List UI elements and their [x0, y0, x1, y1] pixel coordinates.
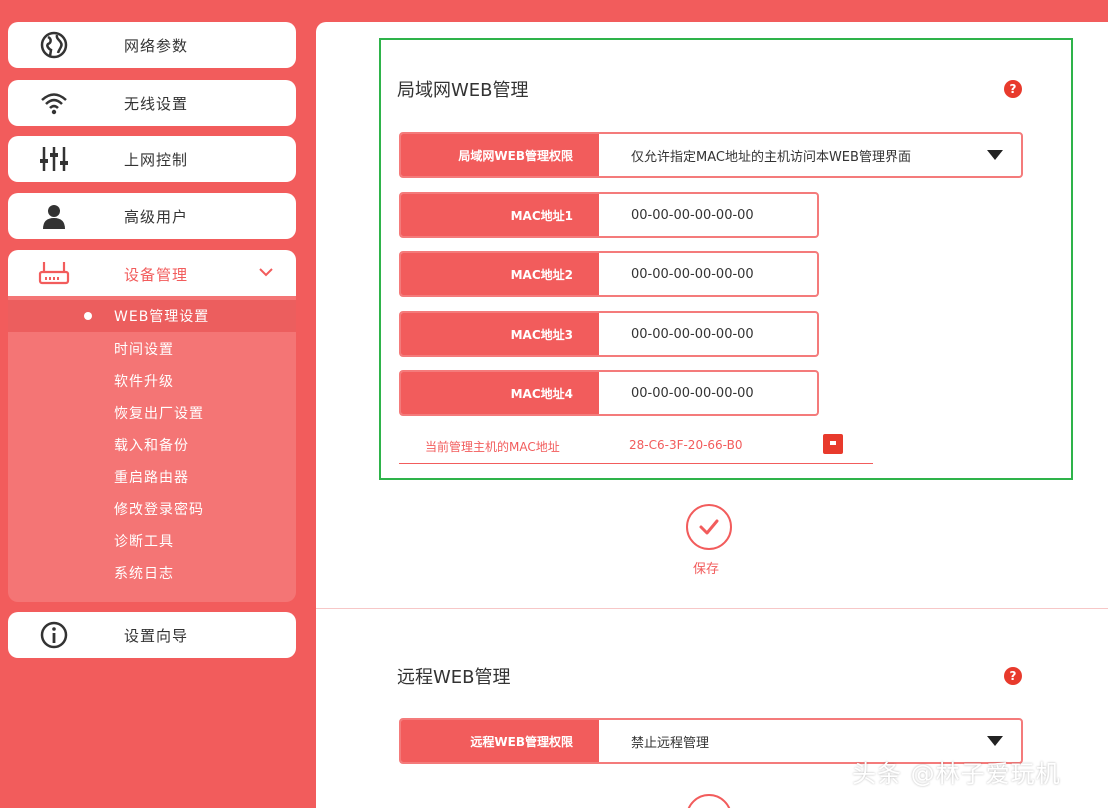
- nav-device-management[interactable]: 设备管理: [8, 250, 296, 298]
- submenu-label: 时间设置: [114, 342, 174, 358]
- submenu-label: 修改登录密码: [114, 502, 204, 518]
- submenu-label: 软件升级: [114, 374, 174, 390]
- nav-label: 设置向导: [124, 626, 189, 645]
- nav-label: 高级用户: [124, 207, 189, 226]
- submenu-label: 载入和备份: [114, 438, 189, 454]
- remote-section-title: 远程WEB管理: [397, 667, 511, 688]
- field-label: MAC地址2: [401, 253, 599, 295]
- field-value: 00-00-00-00-00-00: [631, 207, 754, 223]
- field-label: MAC地址4: [401, 372, 599, 414]
- router-icon: [38, 259, 70, 287]
- mac-address-4-field[interactable]: MAC地址4 00-00-00-00-00-00: [399, 370, 819, 416]
- sliders-icon: [38, 145, 70, 173]
- main-panel: 局域网WEB管理 ? 局域网WEB管理权限 仅允许指定MAC地址的主机访问本WE…: [316, 22, 1108, 808]
- submenu-time-settings[interactable]: 时间设置: [8, 333, 296, 365]
- submenu-change-password[interactable]: 修改登录密码: [8, 493, 296, 525]
- remote-save-button[interactable]: [686, 794, 732, 808]
- field-label: MAC地址1: [401, 194, 599, 236]
- copy-mac-button[interactable]: [823, 434, 843, 454]
- submenu-label: WEB管理设置: [114, 309, 210, 325]
- mac-address-3-field[interactable]: MAC地址3 00-00-00-00-00-00: [399, 311, 819, 357]
- globe-icon: [38, 31, 70, 59]
- current-mac-label: 当前管理主机的MAC地址: [425, 440, 560, 454]
- nav-access-control[interactable]: 上网控制: [8, 136, 296, 182]
- nav-label: 网络参数: [124, 36, 189, 55]
- submenu-label: 重启路由器: [114, 470, 189, 486]
- chevron-down-icon: [258, 264, 274, 284]
- device-management-submenu: WEB管理设置 时间设置 软件升级 恢复出厂设置 载入和备份 重启路由器 修改登…: [8, 296, 296, 602]
- user-icon: [38, 202, 70, 230]
- current-mac-value: 28-C6-3F-20-66-B0: [629, 438, 743, 452]
- lan-access-select[interactable]: 局域网WEB管理权限 仅允许指定MAC地址的主机访问本WEB管理界面: [399, 132, 1023, 178]
- save-label: 保存: [693, 562, 720, 577]
- field-label: 局域网WEB管理权限: [401, 134, 599, 176]
- field-label: MAC地址3: [401, 313, 599, 355]
- submenu-label: 系统日志: [114, 566, 174, 582]
- mac-address-2-field[interactable]: MAC地址2 00-00-00-00-00-00: [399, 251, 819, 297]
- nav-setup-wizard[interactable]: 设置向导: [8, 612, 296, 658]
- mac-address-1-field[interactable]: MAC地址1 00-00-00-00-00-00: [399, 192, 819, 238]
- current-host-mac-row: 当前管理主机的MAC地址 28-C6-3F-20-66-B0: [399, 432, 873, 464]
- submenu-reboot[interactable]: 重启路由器: [8, 461, 296, 493]
- check-icon: [699, 519, 719, 535]
- nav-label: 上网控制: [124, 150, 189, 169]
- save-button[interactable]: [686, 504, 732, 550]
- submenu-factory-reset[interactable]: 恢复出厂设置: [8, 397, 296, 429]
- wifi-icon: [38, 89, 70, 117]
- active-dot-icon: [84, 312, 92, 320]
- remote-help-icon[interactable]: ?: [1004, 667, 1022, 685]
- watermark-text: 头条 @林子爱玩机: [852, 760, 1061, 788]
- field-value: 00-00-00-00-00-00: [631, 385, 754, 401]
- submenu-label: 诊断工具: [114, 534, 174, 550]
- submenu-label: 恢复出厂设置: [114, 406, 204, 422]
- nav-wireless-settings[interactable]: 无线设置: [8, 80, 296, 126]
- dropdown-arrow-icon: [987, 736, 1003, 746]
- sidebar: 网络参数 无线设置 上网控制 高级用户 设备管理 WEB管理设置 时间设置 软件…: [0, 0, 305, 808]
- lan-help-icon[interactable]: ?: [1004, 80, 1022, 98]
- field-value: 00-00-00-00-00-00: [631, 326, 754, 342]
- submenu-diagnostics[interactable]: 诊断工具: [8, 525, 296, 557]
- nav-label: 无线设置: [124, 94, 189, 113]
- field-value: 00-00-00-00-00-00: [631, 266, 754, 282]
- nav-advanced-users[interactable]: 高级用户: [8, 193, 296, 239]
- field-value: 仅允许指定MAC地址的主机访问本WEB管理界面: [631, 149, 911, 165]
- field-label: 远程WEB管理权限: [401, 720, 599, 762]
- section-divider: [316, 608, 1108, 609]
- info-icon: [38, 621, 70, 649]
- dropdown-arrow-icon: [987, 150, 1003, 160]
- nav-label: 设备管理: [124, 265, 189, 284]
- lan-section-title: 局域网WEB管理: [397, 80, 529, 101]
- submenu-backup-restore[interactable]: 载入和备份: [8, 429, 296, 461]
- submenu-web-management[interactable]: WEB管理设置: [8, 300, 296, 332]
- submenu-firmware-upgrade[interactable]: 软件升级: [8, 365, 296, 397]
- nav-network-params[interactable]: 网络参数: [8, 22, 296, 68]
- submenu-system-log[interactable]: 系统日志: [8, 557, 296, 589]
